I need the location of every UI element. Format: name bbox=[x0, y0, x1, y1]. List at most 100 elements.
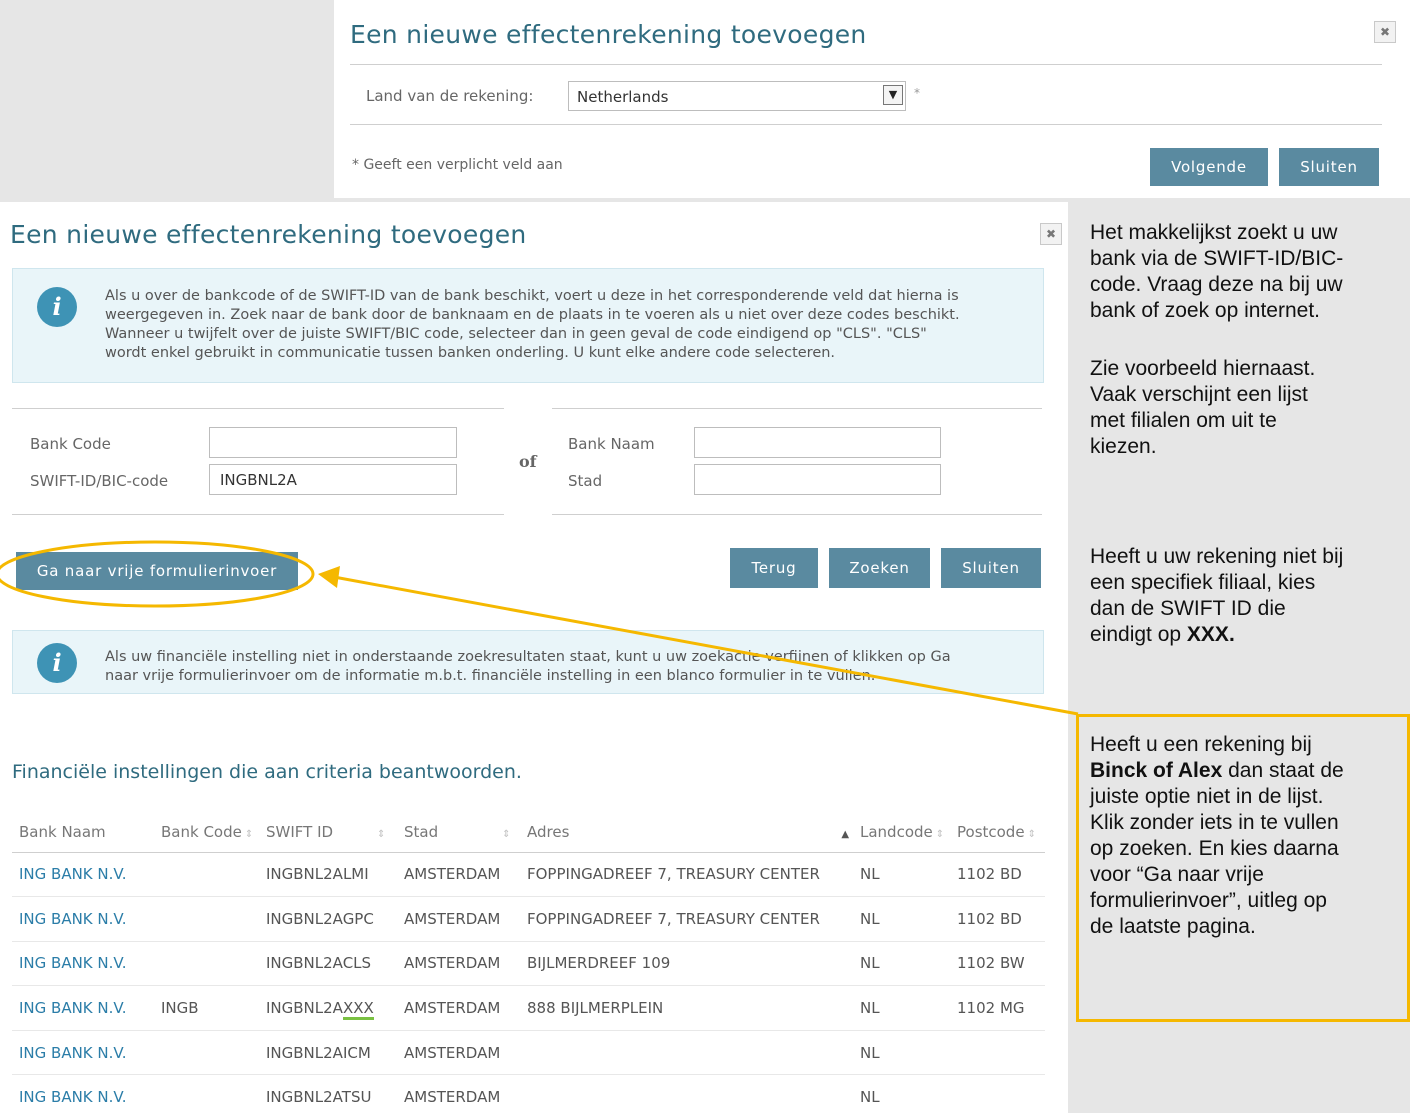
back-button[interactable]: Terug bbox=[730, 548, 818, 588]
swift-suffix: GPC bbox=[342, 909, 374, 928]
close-icon[interactable]: ✖ bbox=[1374, 21, 1396, 43]
city-cell: AMSTERDAM bbox=[397, 852, 520, 898]
country-code-cell: NL bbox=[853, 985, 950, 1031]
divider bbox=[12, 408, 504, 409]
annotation-bold: Binck of Alex bbox=[1090, 759, 1223, 782]
swift-label: SWIFT-ID/BIC-code bbox=[30, 472, 169, 490]
swift-input[interactable] bbox=[209, 464, 457, 495]
table-row[interactable]: ING BANK N.V. INGBNL2ATSU AMSTERDAM NL bbox=[12, 1074, 1045, 1113]
address-cell: FOPPINGADREEF 7, TREASURY CENTER bbox=[520, 852, 853, 898]
bank-code-input[interactable] bbox=[209, 427, 457, 458]
city-cell: AMSTERDAM bbox=[397, 941, 520, 987]
swift-suffix: XXX bbox=[342, 999, 374, 1021]
sort-icon[interactable]: ⇕ bbox=[1028, 829, 1036, 840]
bank-name-link[interactable]: ING BANK N.V. bbox=[19, 999, 127, 1017]
country-code-cell: NL bbox=[853, 852, 950, 898]
annotation-text-part: dan staat de juiste optie niet in de lij… bbox=[1090, 759, 1344, 938]
sort-icon[interactable]: ⇕ bbox=[245, 829, 253, 840]
info-text: Als uw financiële instelling niet in ond… bbox=[105, 649, 951, 684]
bank-code-cell: INGB bbox=[154, 985, 259, 1031]
bank-name-cell[interactable]: ING BANK N.V. bbox=[12, 985, 154, 1031]
bank-name-cell[interactable]: ING BANK N.V. bbox=[12, 852, 154, 898]
country-code-cell: NL bbox=[853, 1074, 950, 1113]
address-cell: 888 BIJLMERPLEIN bbox=[520, 985, 853, 1031]
divider bbox=[552, 408, 1042, 409]
arrow-head-icon bbox=[318, 566, 340, 588]
bank-name-label: Bank Naam bbox=[568, 435, 655, 453]
annotation-text: Het makkelijkst zoekt u uw bank via de S… bbox=[1090, 221, 1344, 322]
column-header[interactable]: Stad ⇕ bbox=[397, 813, 520, 853]
close-button[interactable]: Sluiten bbox=[941, 548, 1041, 588]
bank-name-link[interactable]: ING BANK N.V. bbox=[19, 1088, 127, 1106]
column-header[interactable]: Bank Code ⇕ bbox=[154, 813, 259, 853]
info-text: Als u over de bankcode of de SWIFT-ID va… bbox=[105, 288, 960, 361]
bank-name-cell[interactable]: ING BANK N.V. bbox=[12, 941, 154, 987]
table-header-row: Bank Naam Bank Code ⇕ SWIFT ID ⇕ Stad ⇕ Adr… bbox=[12, 813, 1045, 853]
swift-id-cell: INGBNL2ACLS bbox=[259, 941, 397, 987]
free-form-button[interactable]: Ga naar vrije formulierinvoer bbox=[16, 552, 298, 590]
sort-icon[interactable]: ⇕ bbox=[502, 829, 510, 840]
table-row[interactable]: ING BANK N.V. INGBNL2AICM AMSTERDAM NL bbox=[12, 1030, 1045, 1076]
next-button[interactable]: Volgende bbox=[1150, 148, 1268, 186]
column-header[interactable]: Adres ▲ bbox=[520, 813, 853, 853]
bank-name-link[interactable]: ING BANK N.V. bbox=[19, 954, 127, 972]
swift-id-cell: INGBNL2AICM bbox=[259, 1030, 397, 1076]
column-header[interactable]: Landcode ⇕ bbox=[853, 813, 950, 853]
postcode-cell: 1102 BD bbox=[950, 852, 1045, 898]
column-header[interactable]: Bank Naam bbox=[12, 813, 154, 853]
results-title: Financiële instellingen die aan criteria… bbox=[12, 761, 522, 783]
sort-icon[interactable]: ⇕ bbox=[377, 829, 385, 840]
bank-name-cell[interactable]: ING BANK N.V. bbox=[12, 1030, 154, 1076]
sort-asc-icon[interactable]: ▲ bbox=[841, 829, 849, 840]
annotation-text: Heeft u een rekening bij Binck of Alex d… bbox=[1090, 732, 1344, 940]
annotation-text: Zie voorbeeld hiernaast. Vaak verschijnt… bbox=[1090, 357, 1316, 458]
close-icon[interactable]: ✖ bbox=[1040, 223, 1062, 245]
table-row[interactable]: ING BANK N.V. INGB INGBNL2AXXX AMSTERDAM 888… bbox=[12, 985, 1045, 1031]
swift-id-cell: INGBNL2ALMI bbox=[259, 852, 397, 898]
column-header[interactable]: SWIFT ID ⇕ bbox=[259, 813, 397, 853]
info-icon: i bbox=[37, 643, 77, 683]
country-select[interactable]: Netherlands ▼ bbox=[568, 81, 906, 111]
divider bbox=[12, 514, 504, 515]
address-cell bbox=[520, 1030, 853, 1076]
city-cell: AMSTERDAM bbox=[397, 896, 520, 942]
bank-name-input[interactable] bbox=[694, 427, 941, 458]
swift-base: INGBNL2A bbox=[266, 999, 343, 1018]
results-table: Bank Naam Bank Code ⇕ SWIFT ID ⇕ Stad ⇕ Adr… bbox=[12, 813, 1045, 1113]
bank-name-link[interactable]: ING BANK N.V. bbox=[19, 865, 127, 883]
search-button[interactable]: Zoeken bbox=[829, 548, 930, 588]
swift-suffix: ICM bbox=[342, 1043, 371, 1062]
chevron-down-icon[interactable]: ▼ bbox=[883, 85, 903, 105]
column-label: Stad bbox=[404, 823, 439, 842]
bank-name-cell[interactable]: ING BANK N.V. bbox=[12, 1074, 154, 1113]
swift-id-cell: INGBNL2AXXX bbox=[259, 985, 397, 1031]
table-row[interactable]: ING BANK N.V. INGBNL2ALMI AMSTERDAM FOPPING… bbox=[12, 852, 1045, 898]
column-label: Bank Naam bbox=[19, 823, 106, 842]
swift-base: INGBNL2A bbox=[266, 1043, 343, 1062]
postcode-cell bbox=[950, 1030, 1045, 1076]
dialog-title: Een nieuwe effectenrekening toevoegen bbox=[10, 220, 527, 249]
country-select-value: Netherlands bbox=[577, 88, 669, 106]
column-header[interactable]: Postcode ⇕ bbox=[950, 813, 1045, 853]
country-label: Land van de rekening: bbox=[366, 87, 534, 105]
divider bbox=[552, 514, 1042, 515]
annotation-text-part: Heeft u een rekening bij bbox=[1090, 733, 1312, 756]
bank-code-cell bbox=[154, 896, 259, 942]
close-button[interactable]: Sluiten bbox=[1279, 148, 1379, 186]
bank-code-cell bbox=[154, 1030, 259, 1076]
info-box: i Als u over de bankcode of de SWIFT-ID … bbox=[12, 268, 1044, 383]
city-input[interactable] bbox=[694, 464, 941, 495]
bank-name-link[interactable]: ING BANK N.V. bbox=[19, 1044, 127, 1062]
country-code-cell: NL bbox=[853, 941, 950, 987]
bank-name-cell[interactable]: ING BANK N.V. bbox=[12, 896, 154, 942]
column-label: Landcode bbox=[860, 823, 933, 842]
sort-icon[interactable]: ⇕ bbox=[936, 829, 944, 840]
swift-base: INGBNL2A bbox=[266, 1088, 342, 1107]
column-label: Postcode bbox=[957, 823, 1025, 842]
swift-id-cell: INGBNL2AGPC bbox=[259, 896, 397, 942]
bank-name-link[interactable]: ING BANK N.V. bbox=[19, 910, 127, 928]
swift-suffix: CLS bbox=[342, 954, 372, 973]
dialog-title: Een nieuwe effectenrekening toevoegen bbox=[350, 20, 867, 49]
table-row[interactable]: ING BANK N.V. INGBNL2AGPC AMSTERDAM FOPPING… bbox=[12, 896, 1045, 942]
table-row[interactable]: ING BANK N.V. INGBNL2ACLS AMSTERDAM BIJLMER… bbox=[12, 941, 1045, 987]
